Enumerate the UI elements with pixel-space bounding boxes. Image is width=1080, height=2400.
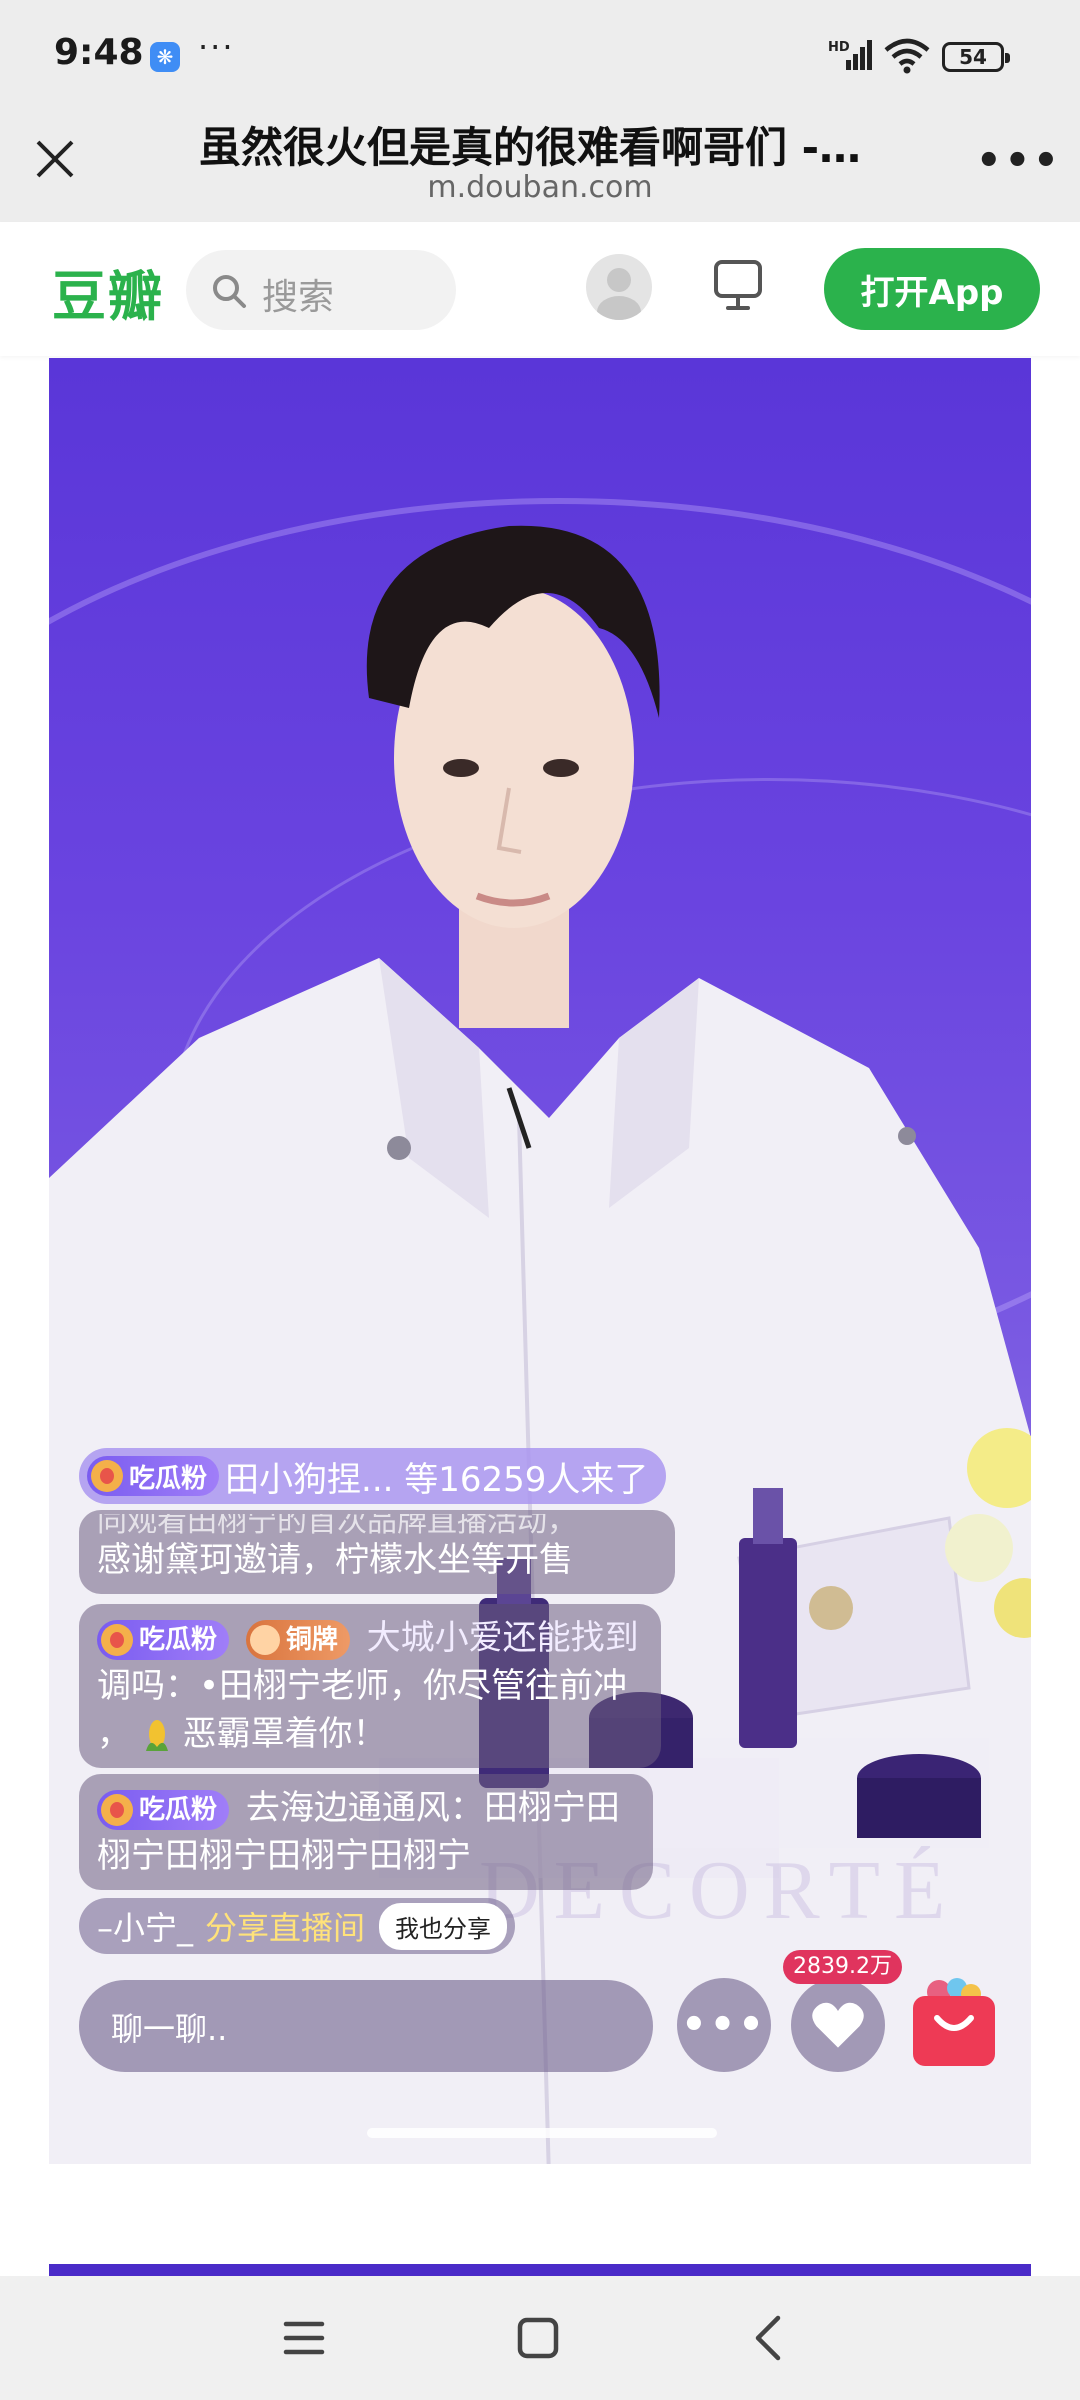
douban-logo[interactable]: 豆瓣 [52,252,164,331]
comment-text: ， [97,1714,131,1754]
comment-text: 恶霸罩着你！ [182,1714,387,1754]
bronze-badge: 铜牌 [245,1619,350,1660]
share-action: 分享直播间 [205,1909,366,1947]
fan-badge: 吃瓜粉 [97,1789,230,1830]
menu-icon[interactable] [272,2306,336,2370]
share-notice: –小宁_ 分享直播间 我也分享 [79,1898,516,1954]
corn-emoji-icon [142,1717,172,1755]
join-notice-text: 田小狗捏... 等16259人来了 [225,1459,649,1500]
like-button[interactable] [791,1978,885,2072]
status-more: ··· [198,28,235,66]
product-display: DECORTÉ [379,1428,1031,1937]
home-icon[interactable] [506,2306,570,2370]
search-placeholder: 搜索 [262,277,335,318]
comment-text: 调吗：•田栩宁老师，你尽管往前冲 [97,1666,628,1706]
browser-bar: 虽然很火但是真的很难看啊哥们 -… m.douban.com ••• [0,112,1080,222]
page-title: 虽然很火但是真的很难看啊哥们 -… [198,123,862,172]
fan-badge: 吃瓜粉 [97,1619,230,1660]
comment-item: 吃瓜粉 去海边通通风：田栩宁田 栩宁田栩宁田栩宁田栩宁 [79,1774,653,1890]
system-nav-bar [0,2276,1080,2400]
back-icon[interactable] [738,2306,802,2370]
comment-text-partial: 同观看田栩宁的首次品牌直播活动， [97,1514,577,1536]
status-bar: 9:48 ❋ ··· HD 54 [0,0,1080,112]
wifi-icon [884,38,930,74]
more-menu-icon[interactable]: ••• [976,138,1062,184]
share-button[interactable]: 我也分享 [379,1902,508,1950]
avatar-icon[interactable] [586,254,652,320]
signal-icon [846,40,872,70]
comment-text: 感谢黛珂邀请，柠檬水坐等开售 [97,1540,573,1580]
shopping-bag-icon[interactable] [909,1976,999,2068]
app-notification-icon: ❋ [150,42,180,72]
more-options-button[interactable]: ••• [677,1978,771,2072]
battery-icon: 54 [942,42,1010,72]
stream-home-indicator [367,2128,717,2138]
live-stream-image[interactable]: DECORTÉ 吃瓜粉 田小狗捏... 等16259人来了 同观看田栩宁的首次品… [49,358,1031,2164]
like-count: 2839.2万 [783,1950,902,1984]
chat-input[interactable]: 聊一聊.. [79,1980,653,2072]
join-notice: 吃瓜粉 田小狗捏... 等16259人来了 [79,1448,667,1504]
monitor-icon[interactable] [710,254,766,314]
page-url: m.douban.com [427,170,653,205]
comment-text: 栩宁田栩宁田栩宁田栩宁 [97,1836,471,1876]
search-input[interactable]: 搜索 [186,250,456,330]
douban-header: 豆瓣 搜索 打开App [0,222,1080,356]
comment-text: 去海边通通风：田栩宁田 [245,1788,620,1828]
comment-item: 同观看田栩宁的首次品牌直播活动， 感谢黛珂邀请，柠檬水坐等开售 [79,1510,675,1594]
search-icon [213,275,246,308]
share-user: –小宁_ [97,1909,194,1947]
fan-badge: 吃瓜粉 [87,1456,220,1496]
comment-text: 大城小爱还能找到 [366,1618,639,1658]
open-app-button[interactable]: 打开App [824,248,1040,330]
status-time: 9:48 [54,32,144,73]
heart-icon [812,2002,864,2048]
comment-item: 吃瓜粉 铜牌 大城小爱还能找到 调吗：•田栩宁老师，你尽管往前冲 ， 恶霸罩着你… [79,1604,661,1768]
